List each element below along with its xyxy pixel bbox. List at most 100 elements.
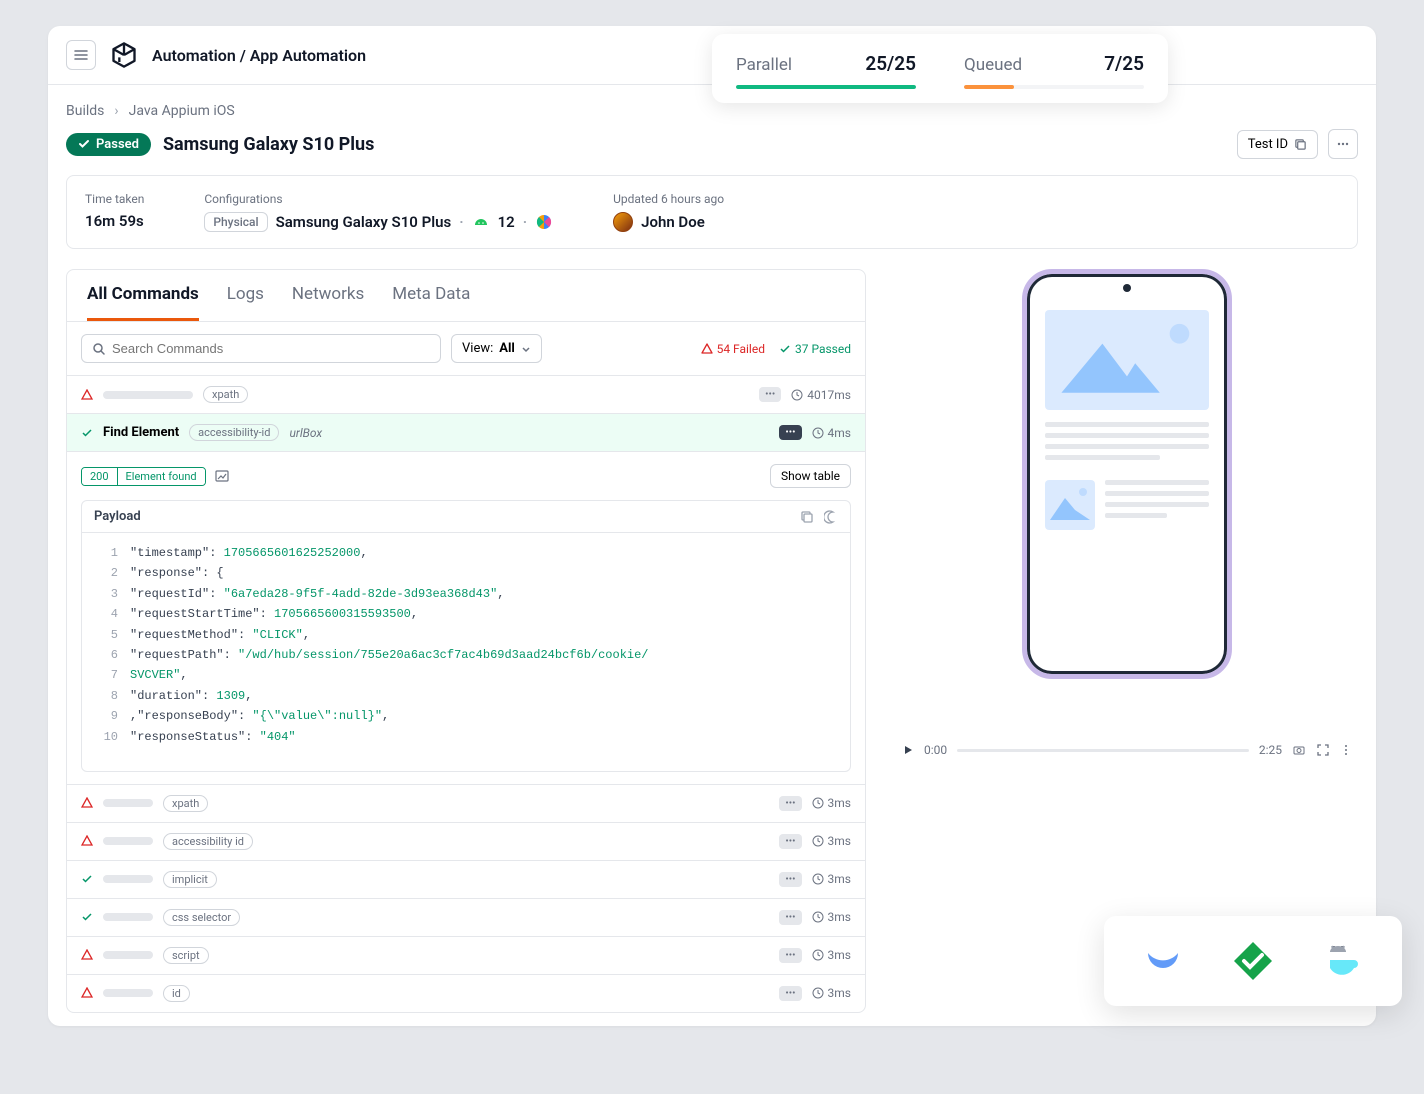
locator-pill: implicit (163, 871, 217, 888)
commands-panel: All Commands Logs Networks Meta Data Vie… (66, 269, 866, 1013)
command-row[interactable]: script •••3ms (67, 936, 865, 974)
tab-networks[interactable]: Networks (292, 284, 364, 321)
info-time-taken: Time taken 16m 59s (85, 192, 144, 232)
result-pill: 200 Element found (81, 467, 206, 486)
status-float-card: Parallel25/25 Queued7/25 (712, 34, 1168, 103)
tab-meta-data[interactable]: Meta Data (392, 284, 470, 321)
locator-pill: id (163, 985, 190, 1002)
time-taken-value: 16m 59s (85, 212, 144, 230)
locator-pill: xpath (163, 795, 208, 812)
warning-icon (81, 949, 93, 961)
row-more-button[interactable]: ••• (779, 910, 801, 925)
breadcrumb-current: Java Appium iOS (129, 103, 235, 119)
fullscreen-icon[interactable] (1316, 743, 1330, 757)
row-more-button[interactable]: ••• (759, 387, 781, 402)
playback-current: 0:00 (924, 743, 947, 757)
search-input[interactable] (81, 334, 441, 363)
play-icon[interactable] (902, 744, 914, 756)
payload-label: Payload (94, 509, 141, 524)
locator-pill: script (163, 947, 209, 964)
show-table-button[interactable]: Show table (770, 464, 851, 488)
camera-icon[interactable] (1292, 743, 1306, 757)
warning-icon (81, 389, 93, 401)
tab-logs[interactable]: Logs (227, 284, 264, 321)
playback-bar: 0:00 2:25 (896, 739, 1358, 761)
avatar (613, 212, 633, 232)
clock-icon (791, 389, 803, 401)
updated-label: Updated 6 hours ago (613, 192, 724, 206)
locator-pill: accessibility-id (189, 424, 279, 441)
warning-icon (81, 987, 93, 999)
more-button[interactable] (1328, 129, 1358, 159)
config-os: 12 (498, 213, 515, 231)
search-field[interactable] (112, 341, 430, 356)
check-icon (81, 427, 93, 439)
check-icon (78, 138, 90, 150)
chevron-down-icon (521, 344, 531, 354)
search-icon (92, 342, 106, 356)
command-row[interactable]: implicit •••3ms (67, 860, 865, 898)
warning-icon (701, 343, 713, 355)
view-filter-button[interactable]: View: All (451, 334, 542, 363)
row-more-button[interactable]: ••• (779, 425, 801, 440)
device-preview-column: 0:00 2:25 (896, 269, 1358, 761)
header-breadcrumb: Automation / App Automation (152, 46, 366, 65)
content: Builds › Java Appium iOS Passed Samsung … (48, 85, 1376, 1031)
screenshot-icon[interactable] (214, 468, 230, 484)
command-name: Find Element (103, 425, 179, 440)
row-more-button[interactable]: ••• (779, 834, 801, 849)
passed-count: 37 Passed (779, 342, 851, 356)
moon-icon[interactable] (824, 510, 838, 524)
hamburger-button[interactable] (66, 40, 96, 70)
framework-card (1104, 916, 1402, 1006)
command-row[interactable]: xpath •••3ms (67, 784, 865, 822)
info-card: Time taken 16m 59s Configurations Physic… (66, 175, 1358, 249)
color-wheel-icon (535, 213, 553, 231)
filter-row: View: All 54 Failed 37 Passed (67, 322, 865, 375)
command-row[interactable]: accessibility id •••3ms (67, 822, 865, 860)
config-device: Samsung Galaxy S10 Plus (276, 213, 452, 231)
check-diamond-icon (1230, 938, 1276, 984)
view-value: All (499, 341, 515, 356)
page-title: Samsung Galaxy S10 Plus (163, 134, 374, 155)
time-taken-label: Time taken (85, 192, 144, 206)
dots-vertical-icon[interactable] (1340, 743, 1352, 757)
locator-pill: accessibility id (163, 833, 253, 850)
breadcrumb-root[interactable]: Builds (66, 103, 104, 119)
row-more-button[interactable]: ••• (779, 872, 801, 887)
view-label: View: (462, 341, 493, 356)
test-id-label: Test ID (1248, 137, 1288, 152)
copy-icon[interactable] (800, 510, 814, 524)
android-icon (472, 213, 490, 231)
row-more-button[interactable]: ••• (779, 986, 801, 1001)
failed-count: 54 Failed (701, 342, 765, 356)
chevron-right-icon: › (114, 103, 118, 119)
payload-code: 1"timestamp": 1705665601625252000,2 "res… (82, 533, 850, 771)
warning-icon (81, 797, 93, 809)
row-time: 4017ms (791, 388, 851, 402)
config-label: Configurations (204, 192, 553, 206)
locator-pill: css selector (163, 909, 240, 926)
device-notch (1123, 284, 1131, 292)
row-more-button[interactable]: ••• (779, 796, 801, 811)
info-config: Configurations Physical Samsung Galaxy S… (204, 192, 553, 232)
playback-track[interactable] (957, 749, 1249, 752)
playback-total: 2:25 (1259, 743, 1282, 757)
device-screen (1027, 274, 1227, 578)
row-more-button[interactable]: ••• (779, 948, 801, 963)
warning-icon (81, 835, 93, 847)
command-row[interactable]: id •••3ms (67, 974, 865, 1012)
logo-icon (110, 41, 138, 69)
status-badge: Passed (66, 133, 151, 156)
command-row[interactable]: css selector •••3ms (67, 898, 865, 936)
menu-icon (74, 48, 88, 62)
status-queued: Queued7/25 (964, 52, 1144, 89)
updated-user: John Doe (641, 213, 705, 231)
tab-all-commands[interactable]: All Commands (87, 284, 199, 321)
title-row: Passed Samsung Galaxy S10 Plus Test ID (66, 129, 1358, 159)
command-row-expanded[interactable]: Find Element accessibility-id urlBox •••… (67, 413, 865, 451)
test-id-button[interactable]: Test ID (1237, 130, 1318, 159)
command-row[interactable]: xpath ••• 4017ms (67, 375, 865, 413)
locator-pill: xpath (203, 386, 248, 403)
config-chip: Physical (204, 212, 267, 232)
